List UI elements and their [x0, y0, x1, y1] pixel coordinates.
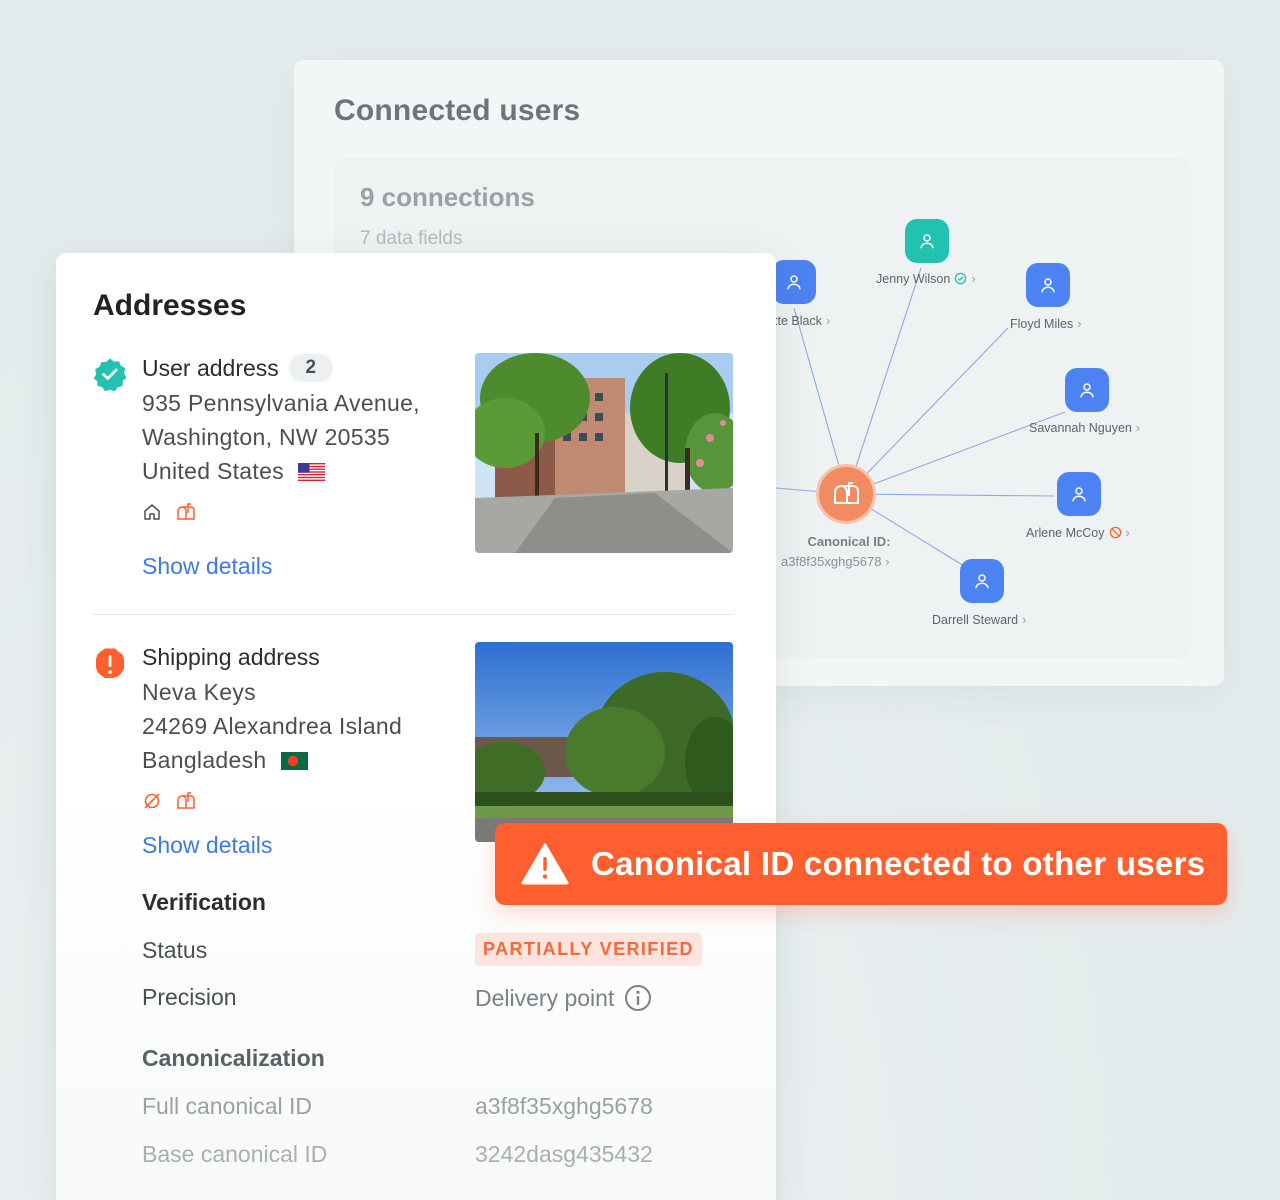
us-flag-icon	[297, 462, 325, 481]
warning-icon	[96, 648, 124, 678]
shipping-address-street-photo	[475, 642, 733, 842]
section-divider	[92, 614, 734, 615]
shipping-address-type-icons	[142, 791, 196, 811]
verified-check-icon	[93, 358, 127, 391]
status-badge: PARTIALLY VERIFIED	[475, 933, 702, 966]
base-canonical-id-value: 3242dasg435432	[475, 1141, 653, 1167]
user-address-heading: User address 2	[142, 354, 333, 382]
canonical-id-value[interactable]: a3f8f35xghg5678 ›	[781, 554, 889, 569]
node-name: Jenny Wilson	[876, 271, 951, 286]
user-node-tte-black[interactable]	[772, 260, 816, 304]
addresses-card: Addresses User address 2 935 Pennsylvani…	[56, 253, 776, 1200]
user-address-type-icons	[142, 502, 196, 522]
addresses-title: Addresses	[93, 289, 247, 322]
shipping-address-line2: 24269 Alexandrea Island	[142, 713, 403, 739]
chevron-right-icon: ›	[885, 554, 890, 569]
user-address-line1: 935 Pennsylvania Avenue,	[142, 390, 420, 416]
user-node-savannah-nguyen[interactable]	[1065, 368, 1109, 412]
user-address-country: United States	[142, 458, 284, 484]
mailbox-icon	[834, 482, 859, 504]
chevron-right-icon: ›	[1077, 316, 1082, 331]
info-icon[interactable]	[624, 984, 652, 1012]
status-label: Status	[142, 937, 208, 963]
user-icon	[1072, 487, 1086, 502]
shipping-address-country: Bangladesh	[142, 747, 267, 773]
chevron-right-icon: ›	[1022, 612, 1027, 627]
user-icon	[787, 275, 801, 290]
shipping-address-heading: Shipping address	[142, 644, 320, 670]
user-address-street-photo	[475, 353, 733, 553]
node-name: tte Black	[774, 313, 822, 328]
node-name: Arlene McCoy	[1026, 525, 1105, 540]
blocked-icon	[1109, 526, 1121, 539]
user-icon	[1041, 278, 1055, 293]
user-icon	[1080, 383, 1094, 398]
address-count-badge: 2	[288, 354, 333, 382]
node-name: Darrell Steward	[932, 612, 1019, 627]
user-icon	[920, 234, 934, 249]
user-node-label[interactable]: Savannah Nguyen ›	[1029, 420, 1140, 435]
user-icon	[975, 574, 989, 589]
chevron-right-icon: ›	[1125, 525, 1130, 540]
user-node-label[interactable]: Jenny Wilson ›	[876, 271, 976, 286]
not-residential-icon	[144, 793, 160, 809]
user-node-label[interactable]: tte Black ›	[774, 313, 830, 328]
user-address-country-row: United States	[142, 458, 325, 485]
user-node-label[interactable]: Arlene McCoy ›	[1026, 525, 1130, 540]
user-address-line2: Washington, NW 20535	[142, 424, 391, 450]
full-canonical-id-value: a3f8f35xghg5678	[475, 1093, 653, 1119]
user-node-jenny-wilson[interactable]	[905, 219, 949, 263]
verification-heading: Verification	[142, 889, 266, 915]
user-node-floyd-miles[interactable]	[1026, 263, 1070, 307]
chevron-right-icon: ›	[825, 313, 831, 328]
precision-value-row: Delivery point	[475, 984, 652, 1012]
canonical-id-alert-toast: Canonical ID connected to other users	[495, 823, 1227, 905]
user-node-darrell-steward[interactable]	[960, 559, 1004, 603]
precision-label: Precision	[142, 984, 237, 1010]
node-name: Savannah Nguyen	[1029, 420, 1132, 435]
base-canonical-id-label: Base canonical ID	[142, 1141, 328, 1167]
warning-triangle-icon	[521, 843, 569, 885]
canonical-id-label: Canonical ID:	[807, 534, 891, 549]
precision-value: Delivery point	[475, 984, 615, 1011]
shipping-address-show-details-link[interactable]: Show details	[142, 832, 272, 859]
user-node-label[interactable]: Darrell Steward ›	[932, 612, 1026, 627]
shipping-address-line1: Neva Keys	[142, 679, 256, 705]
home-icon	[144, 504, 160, 520]
user-node-arlene-mccoy[interactable]	[1057, 472, 1101, 516]
shipping-address-country-row: Bangladesh	[142, 747, 308, 774]
full-canonical-id-label: Full canonical ID	[142, 1093, 313, 1119]
bd-flag-icon	[280, 751, 308, 770]
canonicalization-heading: Canonicalization	[142, 1045, 325, 1071]
canonical-id-hub[interactable]	[816, 464, 876, 524]
mailbox-icon	[177, 503, 195, 520]
mailbox-icon	[177, 792, 195, 809]
user-address-show-details-link[interactable]: Show details	[142, 553, 272, 580]
alert-message: Canonical ID connected to other users	[591, 845, 1206, 882]
chevron-right-icon: ›	[1135, 420, 1141, 435]
user-node-label[interactable]: Floyd Miles ›	[1010, 316, 1082, 331]
verified-icon	[955, 272, 967, 285]
node-name: Floyd Miles	[1010, 316, 1074, 331]
chevron-right-icon: ›	[971, 271, 976, 286]
